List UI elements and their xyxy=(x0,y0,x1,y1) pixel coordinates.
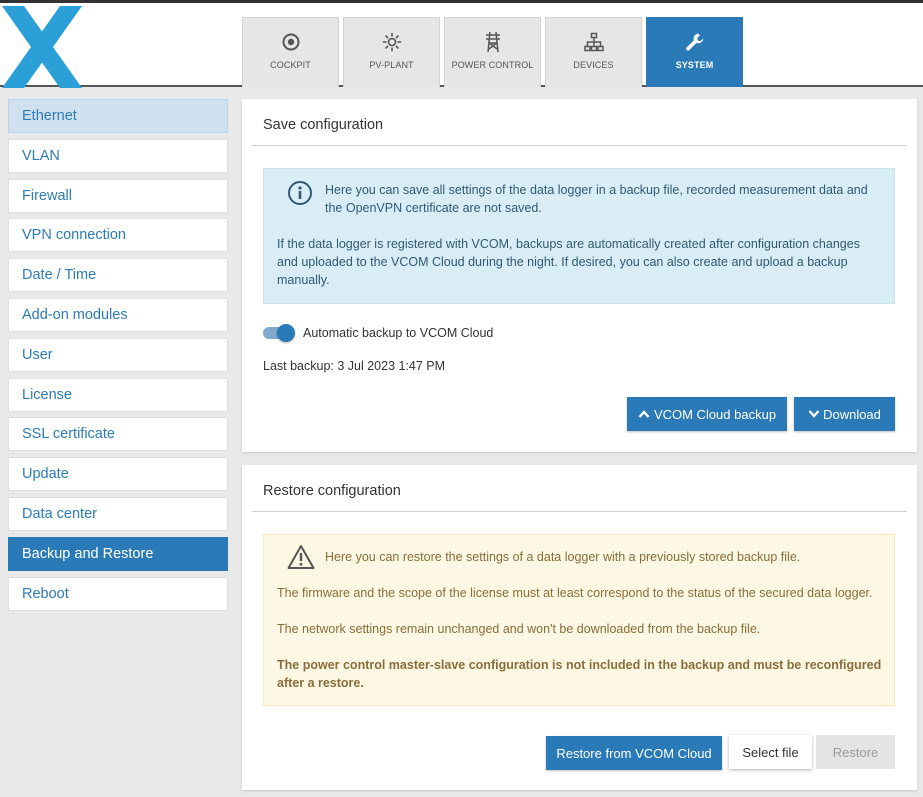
divider xyxy=(252,145,907,146)
sidebar-item-firewall[interactable]: Firewall xyxy=(8,178,228,213)
sidebar-item-label: Update xyxy=(22,466,69,483)
panel-title: Restore configuration xyxy=(263,483,401,499)
last-backup-text: Last backup: 3 Jul 2023 1:47 PM xyxy=(263,359,446,373)
panel-title: Save configuration xyxy=(263,117,384,133)
wrench-icon xyxy=(685,33,703,51)
warning-icon xyxy=(287,545,315,569)
tab-label: POWER CONTROL xyxy=(451,60,534,70)
sidebar-item-ethernet[interactable]: Ethernet xyxy=(8,99,228,133)
warning-alert: Here you can restore the settings of a d… xyxy=(263,534,895,706)
tab-pv-plant[interactable]: PV-PLANT xyxy=(343,17,440,87)
info-text-paragraph: If the data logger is registered with VC… xyxy=(277,237,860,287)
tab-system[interactable]: SYSTEM xyxy=(646,17,743,87)
download-button[interactable]: Download xyxy=(794,397,895,431)
tab-label: DEVICES xyxy=(573,60,614,70)
sidebar-item-vlan[interactable]: VLAN xyxy=(8,138,228,173)
info-text-line1: Here you can save all settings of the da… xyxy=(325,183,868,197)
info-icon xyxy=(288,181,312,205)
restore-configuration-panel: Restore configuration Here you can resto… xyxy=(242,465,917,790)
sidebar-item-data-center[interactable]: Data center xyxy=(8,496,228,531)
sidebar-item-user[interactable]: User xyxy=(8,337,228,372)
main-nav-tabs: COCKPIT PV-PLANT POWER CONTROL DEVICES S… xyxy=(242,17,747,87)
sidebar-item-label: User xyxy=(22,346,53,363)
sidebar-item-label: VPN connection xyxy=(22,227,126,244)
sun-icon xyxy=(382,32,401,52)
sidebar-item-date-time[interactable]: Date / Time xyxy=(8,258,228,293)
tab-label: COCKPIT xyxy=(270,60,311,70)
sidebar-item-label: Data center xyxy=(22,505,97,522)
sidebar-item-vpn-connection[interactable]: VPN connection xyxy=(8,218,228,253)
tab-devices[interactable]: DEVICES xyxy=(545,17,642,87)
save-configuration-panel: Save configuration Here you can save all… xyxy=(242,99,917,452)
network-icon xyxy=(583,32,604,52)
divider xyxy=(252,511,907,512)
button-label: Restore from VCOM Cloud xyxy=(556,745,712,761)
restore-from-vcom-cloud-button[interactable]: Restore from VCOM Cloud xyxy=(546,736,722,770)
sidebar-item-label: Reboot xyxy=(22,585,69,602)
automatic-backup-toggle[interactable] xyxy=(263,324,295,342)
tab-power-control[interactable]: POWER CONTROL xyxy=(444,17,541,87)
chevron-down-icon xyxy=(808,410,820,418)
tab-label: PV-PLANT xyxy=(369,60,414,70)
vcom-cloud-backup-button[interactable]: VCOM Cloud backup xyxy=(627,397,787,431)
info-alert: Here you can save all settings of the da… xyxy=(263,168,895,304)
sidebar-item-reboot[interactable]: Reboot xyxy=(8,576,228,611)
sidebar-item-update[interactable]: Update xyxy=(8,457,228,492)
logo-icon xyxy=(2,6,82,88)
tab-cockpit[interactable]: COCKPIT xyxy=(242,17,339,87)
warning-text-bold: The power control master-slave configura… xyxy=(277,658,882,690)
sidebar-item-label: Add-on modules xyxy=(22,306,128,323)
sidebar-item-add-on-modules[interactable]: Add-on modules xyxy=(8,297,228,332)
button-label: Restore xyxy=(832,744,879,760)
app-header: COCKPIT PV-PLANT POWER CONTROL DEVICES S… xyxy=(0,3,923,88)
sidebar-item-label: License xyxy=(22,386,72,403)
button-label: VCOM Cloud backup xyxy=(653,406,777,422)
sidebar-item-label: SSL certificate xyxy=(22,426,115,443)
sidebar-item-label: Backup and Restore xyxy=(22,545,154,562)
sidebar-item-ssl-certificate[interactable]: SSL certificate xyxy=(8,417,228,452)
toggle-label: Automatic backup to VCOM Cloud xyxy=(303,326,494,340)
warning-text-line1: Here you can restore the settings of a d… xyxy=(325,550,801,564)
tab-label: SYSTEM xyxy=(675,60,714,70)
sidebar-item-label: Firewall xyxy=(22,187,72,204)
sidebar-item-license[interactable]: License xyxy=(8,377,228,412)
button-label: Select file xyxy=(742,744,799,760)
button-label: Download xyxy=(823,406,881,422)
sidebar-item-backup-and-restore[interactable]: Backup and Restore xyxy=(8,536,228,571)
warning-text-paragraph: The network settings remain unchanged an… xyxy=(277,622,761,636)
sidebar-item-label: VLAN xyxy=(22,147,60,164)
chevron-up-icon xyxy=(638,410,650,418)
sidebar-item-label: Ethernet xyxy=(22,108,77,124)
info-text-line2: the OpenVPN certificate are not saved. xyxy=(325,201,542,215)
warning-text-paragraph: The firmware and the scope of the licens… xyxy=(277,586,873,600)
restore-button[interactable]: Restore xyxy=(816,735,895,769)
power-tower-icon xyxy=(485,31,500,53)
sidebar-nav: Ethernet VLAN Firewall VPN connection Da… xyxy=(8,99,228,616)
target-icon xyxy=(282,33,299,51)
sidebar-item-label: Date / Time xyxy=(22,267,97,284)
select-file-button[interactable]: Select file xyxy=(729,735,812,769)
